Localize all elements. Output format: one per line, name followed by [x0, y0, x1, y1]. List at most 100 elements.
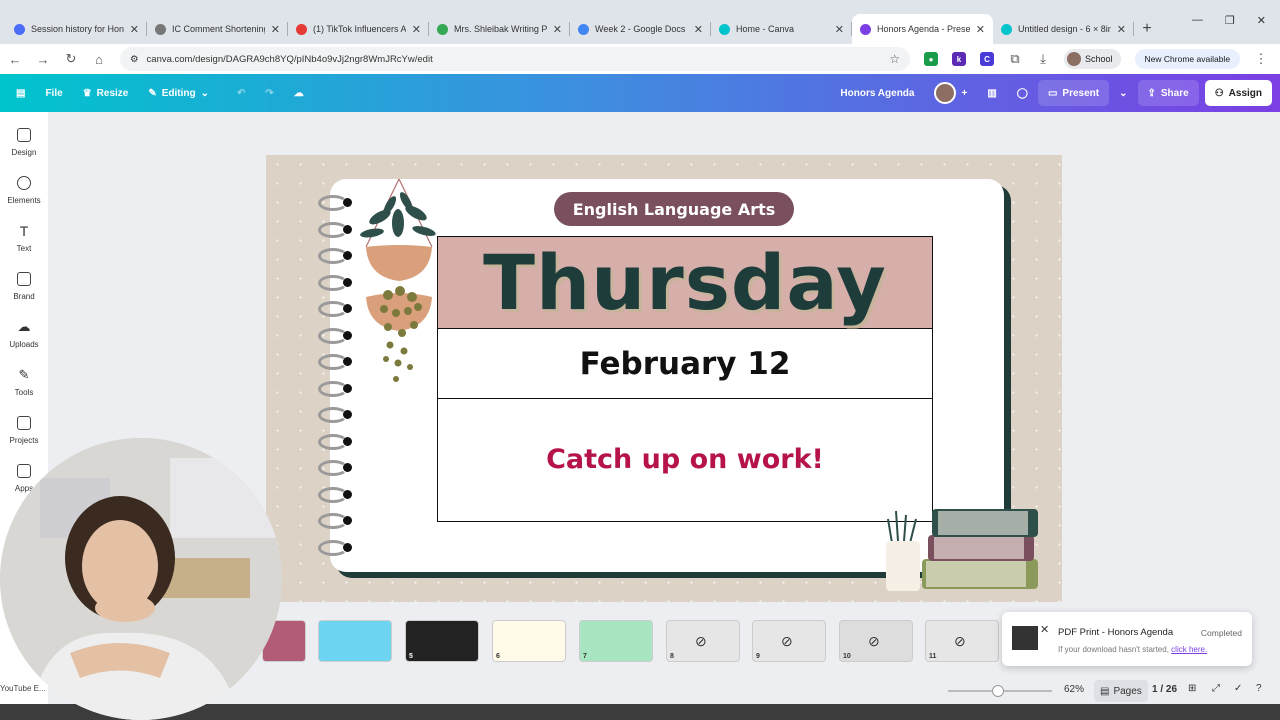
file-menu[interactable]: File — [35, 74, 72, 112]
present-options-chevron-icon[interactable]: ⌄ — [1109, 74, 1137, 112]
browser-tab[interactable]: Mrs. Shleibak Writing Port ✕ — [429, 14, 570, 44]
rail-item-elements[interactable]: Elements — [0, 176, 48, 205]
pages-button[interactable]: ▤ Pages — [1094, 680, 1148, 702]
tab-title: Honors Agenda - Presenta — [877, 24, 970, 34]
present-button[interactable]: ▭ Present — [1037, 80, 1110, 106]
tab-close-icon[interactable]: ✕ — [271, 23, 280, 36]
update-chrome-button[interactable]: New Chrome available — [1134, 49, 1241, 69]
zoom-level[interactable]: 62% — [1064, 684, 1084, 695]
browser-tab[interactable]: Session history for Honors ✕ — [6, 14, 147, 44]
spiral-hole — [343, 542, 352, 552]
spiral-hole — [343, 304, 352, 313]
thumbnail-page-7[interactable]: 7 — [579, 620, 653, 662]
downloads-icon[interactable]: ⤓ — [1036, 51, 1050, 67]
rail-item-projects[interactable]: Projects — [0, 416, 48, 445]
resize-label: Resize — [96, 87, 129, 99]
back-icon[interactable]: ← — [8, 52, 22, 67]
crown-icon: ♛ — [82, 87, 92, 99]
toast-click-here-link[interactable]: click here. — [1171, 645, 1207, 654]
subject-banner[interactable]: English Language Arts — [554, 192, 794, 226]
thumbnail-page-5[interactable]: 5 — [405, 620, 479, 662]
tab-separator — [1133, 22, 1134, 36]
thumbnail-page-6[interactable]: 6 — [492, 620, 566, 662]
tab-close-icon[interactable]: ✕ — [694, 23, 703, 36]
tab-title: (1) TikTok Influencers Are — [313, 24, 406, 34]
agenda-table[interactable]: Thursday February 12 Catch up on work! — [437, 236, 933, 522]
browser-tab[interactable]: Untitled design - 6 × 8in ✕ — [993, 14, 1134, 44]
maximize-icon[interactable]: ❐ — [1225, 14, 1235, 27]
menu-kebab-icon[interactable]: ⋮ — [1254, 51, 1268, 67]
subject-text: English Language Arts — [572, 199, 776, 219]
rail-item-tools[interactable]: ✎ Tools — [0, 368, 48, 398]
reload-icon[interactable]: ↻ — [64, 51, 78, 67]
comments-icon[interactable]: ◯ — [1007, 74, 1038, 112]
extension-k-icon[interactable]: k — [952, 52, 966, 66]
cloud-save-icon[interactable]: ☁ — [284, 74, 314, 112]
design-icon — [17, 128, 31, 142]
tab-close-icon[interactable]: ✕ — [1117, 23, 1126, 36]
home-icon[interactable]: ⌂ — [92, 52, 106, 67]
tab-close-icon[interactable]: ✕ — [130, 23, 139, 36]
spiral-hole — [343, 383, 352, 393]
rail-item-design[interactable]: Design — [0, 128, 48, 157]
new-tab-button[interactable]: + — [1134, 14, 1160, 44]
extensions-puzzle-icon[interactable]: ⧉ — [1008, 51, 1022, 67]
grid-view-icon[interactable]: ⊞ — [1188, 683, 1196, 694]
rail-item-uploads[interactable]: ☁ Uploads — [0, 320, 48, 350]
close-window-icon[interactable]: ✕ — [1257, 14, 1266, 27]
thumb-number: 6 — [496, 653, 500, 660]
toast-close-icon[interactable]: ✕ — [1040, 623, 1049, 636]
thumbnail-page-4[interactable] — [318, 620, 392, 662]
insights-chart-icon[interactable]: ▥ — [977, 74, 1006, 112]
toast-message: If your download hasn't started, — [1058, 645, 1169, 654]
bookmark-star-icon[interactable]: ☆ — [889, 52, 900, 66]
forward-icon[interactable]: → — [36, 52, 50, 67]
tab-close-icon[interactable]: ✕ — [553, 23, 562, 36]
rail-item-text[interactable]: T Text — [0, 224, 48, 253]
undo-icon[interactable]: ↶ — [219, 74, 255, 112]
zoom-slider-handle[interactable] — [992, 685, 1004, 697]
resize-button[interactable]: ♛ Resize — [73, 74, 139, 112]
spiral-hole — [343, 357, 352, 366]
browser-tab[interactable]: Home - Canva ✕ — [711, 14, 852, 44]
collaborator-avatar[interactable]: + — [924, 74, 977, 112]
download-toast: PDF Print - Honors Agenda Completed If y… — [1002, 612, 1252, 666]
browser-tab[interactable]: (1) TikTok Influencers Are ✕ — [288, 14, 429, 44]
rail-label: Elements — [7, 196, 41, 205]
rail-item-brand[interactable]: Brand — [0, 272, 48, 301]
extension-green-icon[interactable]: ● — [924, 52, 938, 66]
browser-tab[interactable]: IC Comment Shortening ✕ — [147, 14, 288, 44]
editing-mode-dropdown[interactable]: ✎ Editing ⌄ — [138, 74, 219, 112]
tab-close-icon[interactable]: ✕ — [412, 23, 421, 36]
extension-c-icon[interactable]: C — [980, 52, 994, 66]
browser-tab[interactable]: Honors Agenda - Presenta ✕ — [852, 14, 993, 44]
help-icon[interactable]: ? — [1256, 683, 1262, 694]
thumbnail-page-8[interactable]: ⊘ 8 — [666, 620, 740, 662]
thumbnail-page-9[interactable]: ⊘ 9 — [752, 620, 826, 662]
tab-close-icon[interactable]: ✕ — [835, 23, 844, 36]
present-label: Present — [1062, 87, 1100, 99]
minimize-icon[interactable]: — — [1192, 14, 1203, 27]
share-button[interactable]: ⇪ Share — [1137, 80, 1199, 106]
profile-chip[interactable]: School — [1064, 49, 1121, 69]
tab-title: IC Comment Shortening — [172, 24, 265, 34]
add-collaborator-icon[interactable]: + — [961, 88, 967, 99]
slide-canvas[interactable]: English Language Arts Thursday February … — [266, 155, 1062, 602]
update-label: New Chrome available — [1144, 54, 1231, 64]
thumbnail-page-10[interactable]: ⊘ 10 — [839, 620, 913, 662]
thumbnail-page-11[interactable]: ⊘ 11 — [925, 620, 999, 662]
address-bar[interactable]: ⚙ canva.com/design/DAGRA9ch8YQ/pINb4o9vJ… — [120, 47, 910, 71]
redo-icon[interactable]: ↷ — [255, 74, 283, 112]
text-t-icon: T — [19, 223, 29, 239]
tab-close-icon[interactable]: ✕ — [976, 23, 985, 36]
design-title[interactable]: Honors Agenda — [830, 74, 924, 112]
side-panel-toggle-icon[interactable]: ▤ — [0, 74, 35, 112]
fullscreen-icon[interactable]: ⤢ — [1212, 683, 1220, 694]
site-info-icon[interactable]: ⚙ — [130, 54, 139, 65]
tab-title: Session history for Honors — [31, 24, 124, 34]
browser-tab[interactable]: Week 2 - Google Docs ✕ — [570, 14, 711, 44]
rail-label: Design — [11, 148, 37, 157]
check-icon[interactable]: ✓ — [1234, 683, 1242, 694]
thumb-number: 9 — [756, 653, 760, 660]
assign-button[interactable]: ⚇ Assign — [1204, 80, 1272, 106]
